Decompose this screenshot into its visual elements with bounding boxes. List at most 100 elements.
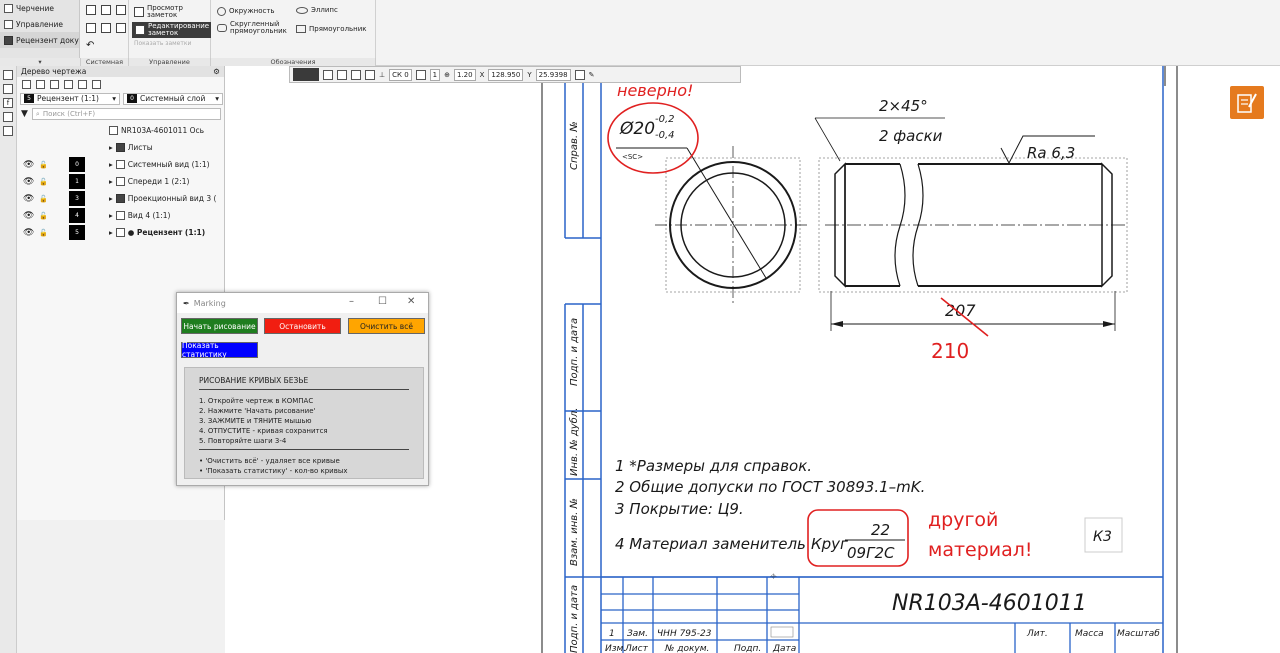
tree-search: ▼ ⌕ Поиск (Ctrl+F)	[17, 106, 224, 122]
link-icon[interactable]	[64, 79, 73, 89]
circle-view[interactable]	[616, 146, 810, 304]
projection-view-icon	[115, 194, 125, 203]
close-icon[interactable]: ✕	[407, 296, 415, 307]
edit-notes-button[interactable]: Редактирование заметок	[132, 22, 211, 38]
layer-select[interactable]: 0 Системный слой ▾	[123, 92, 223, 105]
x-label: X	[479, 70, 485, 79]
lock-icon[interactable]: 🔓	[39, 161, 48, 169]
maximize-icon[interactable]: ☐	[378, 296, 387, 307]
measure-icon[interactable]	[574, 69, 585, 80]
view-icon[interactable]	[22, 79, 31, 89]
ribbon-tab-reviewer[interactable]: Рецензент документов К...	[0, 32, 79, 48]
reviewer-select[interactable]: 5 Рецензент (1:1) ▾	[20, 92, 120, 105]
layer-icon[interactable]	[365, 69, 375, 80]
tree-row[interactable]: 👁 🔓 4 ▸ Вид 4 (1:1)	[17, 207, 224, 224]
copy-icon[interactable]	[101, 23, 111, 33]
view-toolbar: ⊥ СК 0 1 ⊕ 1.20 X 128.950 Y 25.9398 ✎	[289, 66, 741, 83]
dialog-titlebar[interactable]: ✒ Marking – ☐ ✕	[177, 293, 428, 313]
clear-all-button[interactable]: Очистить всё	[348, 318, 425, 334]
undo-icon[interactable]: ↶	[86, 40, 94, 51]
shaft-view[interactable]: 207 210 2×45° 2 фаски Ra 6,3	[814, 97, 1128, 363]
layers-icon[interactable]	[3, 126, 13, 136]
search-input[interactable]: ⌕ Поиск (Ctrl+F)	[31, 108, 221, 120]
open-doc-icon[interactable]	[101, 5, 111, 15]
rectangle-label: Прямоугольник	[309, 24, 367, 33]
stamp-header: Масса	[1075, 629, 1104, 639]
preview-notes-label: Просмотр заметок	[147, 4, 183, 19]
diameter-dimension[interactable]: Ø20 -0,2 -0,4 <SC>	[607, 102, 699, 174]
ribbon-expand-bar[interactable]: ▾	[0, 58, 81, 66]
tree-sheets-row[interactable]: ▸ Листы	[17, 139, 224, 156]
grid-icon[interactable]	[337, 69, 347, 80]
paste-icon[interactable]	[116, 23, 126, 33]
tree-row[interactable]: 👁 🔓 0 ▸ Системный вид (1:1)	[17, 156, 224, 173]
show-notes-label: Показать заметки	[134, 40, 192, 47]
ellipse-button[interactable]: Эллипс	[296, 7, 338, 14]
markup-text-top: неверно!	[617, 81, 693, 100]
stamp-header: Лист	[624, 644, 649, 653]
lock-icon[interactable]: 🔓	[39, 229, 48, 237]
eye-icon[interactable]: 👁	[23, 160, 34, 170]
print-icon[interactable]	[86, 23, 96, 33]
doc-icon[interactable]	[78, 79, 87, 89]
snap-icon[interactable]	[323, 69, 333, 80]
start-drawing-button[interactable]: Начать рисование	[181, 318, 258, 334]
ortho-icon[interactable]	[351, 69, 361, 80]
lock-icon[interactable]: 🔓	[39, 178, 48, 186]
zoom-select[interactable]: 1.20	[454, 68, 476, 81]
show-stats-button[interactable]: Показать статистику	[181, 341, 258, 359]
zoom-icon[interactable]: ⊕	[444, 71, 450, 79]
gear-icon[interactable]: ⚙	[213, 67, 220, 76]
coord-system-select[interactable]: СК 0	[389, 68, 412, 81]
tree-icon[interactable]	[3, 84, 13, 94]
function-icon[interactable]: f	[3, 98, 13, 108]
lock-icon[interactable]: 🔓	[39, 212, 48, 220]
panel-icon[interactable]	[3, 70, 13, 80]
circle-button[interactable]: Окружность	[217, 7, 275, 16]
eye-icon[interactable]: 👁	[23, 211, 34, 221]
notes-panel-button[interactable]	[1230, 86, 1264, 119]
ribbon-tab-manage[interactable]: Управление	[0, 16, 79, 32]
new-doc-icon[interactable]	[86, 5, 96, 15]
tolerance-upper: -0,2	[655, 114, 675, 125]
view-number: 1	[69, 174, 85, 189]
pen-icon[interactable]: ✎	[589, 71, 595, 79]
tree-row[interactable]: 👁 🔓 3 ▸ Проекционный вид 3 (	[17, 190, 224, 207]
eye-icon[interactable]: 👁	[23, 177, 34, 187]
eye-icon[interactable]: 👁	[23, 228, 34, 238]
sheet-icon[interactable]	[36, 79, 45, 89]
ribbon-group-manage-caption: Управление	[129, 58, 211, 66]
view-icon	[115, 160, 125, 169]
show-notes-button[interactable]: Показать заметки	[134, 40, 191, 47]
tree-row[interactable]: 👁 🔓 1 ▸ Спереди 1 (2:1)	[17, 173, 224, 190]
lock-icon[interactable]: 🔓	[39, 195, 48, 203]
tree-row-label: ▸ Проекционный вид 3 (	[109, 194, 217, 203]
eye-icon[interactable]: 👁	[23, 194, 34, 204]
rectangle-button[interactable]: Прямоугольник	[296, 25, 367, 33]
image-icon[interactable]	[92, 79, 101, 89]
instruction-step: 2. Нажмите 'Начать рисование'	[199, 407, 316, 415]
rounded-rect-button[interactable]: Скругленный прямоугольник	[217, 21, 292, 35]
filter-icon[interactable]: ▼	[21, 109, 28, 119]
tree-root-text: NR103A-4601011 Ось	[121, 126, 205, 135]
note-line: 1 *Размеры для справок.	[615, 457, 812, 475]
ribbon-tab-drawing[interactable]: Черчение	[0, 0, 79, 16]
tree-row[interactable]: 👁 🔓 5 ▸ ● Рецензент (1:1)	[17, 224, 224, 241]
manage-icon	[4, 19, 13, 29]
notes-edit-icon	[1237, 93, 1257, 113]
minimize-icon[interactable]: –	[349, 296, 354, 307]
cursor-mode-button[interactable]	[293, 68, 319, 81]
dialog-title: Marking	[193, 298, 226, 308]
step-select[interactable]: 1	[429, 68, 441, 81]
pen-icon[interactable]	[50, 79, 59, 89]
save-icon[interactable]	[116, 5, 126, 15]
instruction-note: • 'Очистить всё' - удаляет все кривые	[199, 457, 340, 465]
search-icon: ⌕	[35, 109, 40, 118]
stamp-header: Изм.	[605, 644, 626, 653]
list-icon[interactable]	[3, 112, 13, 122]
tree-root-row[interactable]: NR103A-4601011 Ось	[17, 122, 224, 139]
frame-label: Взам. инв. №	[569, 498, 580, 566]
preview-notes-button[interactable]: Просмотр заметок	[134, 5, 197, 19]
stop-button[interactable]: Остановить	[264, 318, 341, 334]
round-icon[interactable]	[415, 69, 426, 80]
